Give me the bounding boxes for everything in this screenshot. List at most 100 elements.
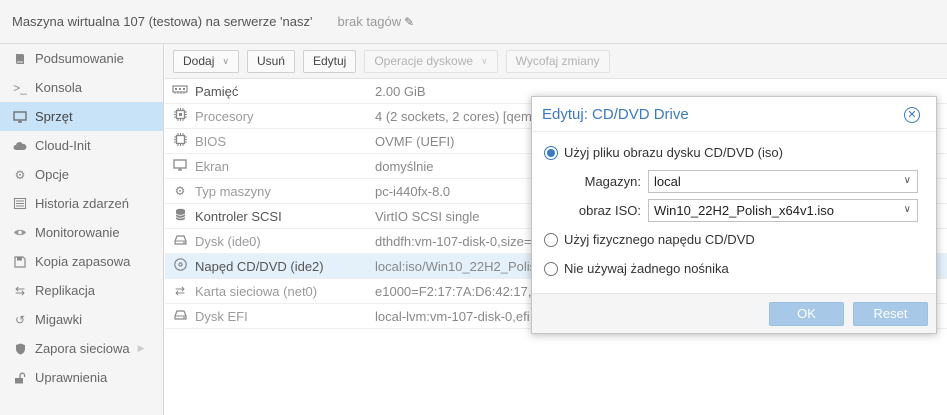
hardware-key: Napęd CD/DVD (ide2): [195, 258, 324, 274]
unlock-icon: [12, 372, 28, 384]
close-icon[interactable]: ✕: [904, 107, 920, 123]
sidebar-item-uprawnienia[interactable]: Uprawnienia: [0, 363, 163, 392]
sidebar-item-kopia-zapasowa[interactable]: Kopia zapasowa: [0, 247, 163, 276]
hardware-value: domyślnie: [375, 158, 434, 174]
edit-button-label: Edytuj: [312, 54, 347, 68]
hardware-value: 2.00 GiB: [375, 83, 426, 99]
radio-button-none[interactable]: [544, 261, 558, 276]
dialog-header: Edytuj: CD/DVD Drive: [532, 97, 936, 132]
radio-label-none: Nie używaj żadnego nośnika: [564, 261, 729, 276]
sidebar-item-migawki[interactable]: ↺ Migawki: [0, 305, 163, 334]
radio-option-physical[interactable]: Użyj fizycznego napędu CD/DVD: [544, 225, 924, 254]
sidebar-item-konsola[interactable]: >_ Konsola: [0, 73, 163, 102]
dialog-title: Edytuj: CD/DVD Drive: [542, 105, 689, 123]
sidebar: Podsumowanie >_ Konsola Sprzęt Cloud-Ini…: [0, 44, 164, 415]
eye-icon: [12, 228, 28, 237]
sidebar-item-replikacja[interactable]: ⇆ Replikacja: [0, 276, 163, 305]
sidebar-item-label: Monitorowanie: [35, 225, 120, 240]
hardware-key: Procesory: [195, 108, 254, 124]
hardware-key: Dysk EFI: [195, 308, 248, 324]
chip-icon: [165, 133, 195, 149]
iso-image-value: Win10_22H2_Polish_x64v1.iso: [654, 203, 834, 218]
sidebar-item-label: Zapora sieciowa: [35, 341, 130, 356]
gear-icon: ⚙: [14, 167, 26, 182]
hardware-value: e1000=F2:17:7A:D6:42:17,b: [375, 283, 539, 299]
iso-label: obraz ISO:: [578, 203, 641, 218]
radio-button-iso[interactable]: [544, 145, 558, 160]
sidebar-item-cloud-init[interactable]: Cloud-Init: [0, 131, 163, 160]
sidebar-item-label: Sprzęt: [35, 109, 73, 124]
hardware-value: OVMF (UEFI): [375, 133, 455, 149]
storage-field-row: Magazyn: local ∨: [544, 167, 924, 196]
radio-option-none[interactable]: Nie używaj żadnego nośnika: [544, 254, 924, 283]
sidebar-item-label: Migawki: [35, 312, 82, 327]
hardware-value: local-lvm:vm-107-disk-0,efi: [375, 308, 530, 324]
sidebar-item-label: Historia zdarzeń: [35, 196, 129, 211]
iso-image-select[interactable]: Win10_22H2_Polish_x64v1.iso ∨: [648, 199, 918, 222]
cogs-icon: ⚙: [174, 184, 186, 198]
hardware-key: Kontroler SCSI: [195, 208, 282, 224]
storage-select-value: local: [654, 174, 681, 189]
sidebar-item-label: Opcje: [35, 167, 69, 182]
sidebar-item-label: Podsumowanie: [35, 51, 124, 66]
pencil-icon[interactable]: ✎: [404, 15, 414, 29]
hardware-value: pc-i440fx-8.0: [375, 183, 451, 199]
sidebar-item-historia[interactable]: Historia zdarzeń: [0, 189, 163, 218]
disk-operations-button[interactable]: Operacje dyskowe ∨: [364, 49, 498, 73]
sidebar-item-podsumowanie[interactable]: Podsumowanie: [0, 44, 163, 73]
storage-select[interactable]: local ∨: [648, 170, 918, 193]
sidebar-item-label: Konsola: [35, 80, 82, 95]
vm-title: Maszyna wirtualna 107 (testowa) na serwe…: [12, 14, 313, 29]
disk-operations-label: Operacje dyskowe: [374, 54, 474, 68]
radio-option-iso[interactable]: Użyj pliku obrazu dysku CD/DVD (iso): [544, 138, 924, 167]
desktop-icon: [165, 158, 195, 174]
sidebar-item-monitorowanie[interactable]: Monitorowanie: [0, 218, 163, 247]
chevron-down-icon[interactable]: ∨: [904, 204, 911, 215]
tags-label[interactable]: brak tagów: [338, 14, 402, 29]
cloud-icon: [12, 141, 28, 151]
reset-button[interactable]: Reset: [853, 301, 928, 326]
sidebar-item-label: Uprawnienia: [35, 370, 108, 385]
hardware-value: VirtIO SCSI single: [375, 208, 480, 224]
hdd-icon: [165, 234, 195, 248]
hardware-value: 4 (2 sockets, 2 cores) [qemu: [375, 108, 540, 124]
radio-button-physical[interactable]: [544, 232, 558, 247]
hardware-key: Karta sieciowa (net0): [195, 283, 318, 299]
dialog-footer: OK Reset: [532, 293, 936, 333]
radio-label-iso: Użyj pliku obrazu dysku CD/DVD (iso): [564, 145, 783, 160]
hdd-icon: [165, 309, 195, 323]
floppy-icon: [12, 255, 28, 268]
edit-button[interactable]: Edytuj: [302, 49, 357, 73]
exchange-icon: ⇄: [174, 284, 186, 298]
dialog-body: Użyj pliku obrazu dysku CD/DVD (iso) Mag…: [532, 132, 936, 283]
revert-button-label: Wycofaj zmiany: [515, 54, 600, 68]
top-bar: Maszyna wirtualna 107 (testowa) na serwe…: [0, 0, 947, 44]
chevron-down-icon: ∨: [222, 55, 229, 66]
hardware-key: Pamięć: [195, 83, 239, 99]
book-icon: [12, 53, 28, 65]
ok-button[interactable]: OK: [769, 301, 844, 326]
sidebar-item-label: Cloud-Init: [35, 138, 91, 153]
shield-icon: [12, 343, 28, 355]
toolbar: Dodaj ∨ Usuń Edytuj Operacje dyskowe ∨ W…: [165, 44, 947, 79]
sidebar-item-zapora[interactable]: Zapora sieciowa ▶: [0, 334, 163, 363]
hardware-value: dthdfh:vm-107-disk-0,size=: [375, 233, 532, 249]
chevron-down-icon: ∨: [481, 55, 488, 66]
sidebar-item-opcje[interactable]: ⚙ Opcje: [0, 160, 163, 189]
database-icon: [165, 208, 195, 224]
add-button-label: Dodaj: [183, 54, 215, 68]
edit-cdrom-dialog: Edytuj: CD/DVD Drive ✕ Użyj pliku obrazu…: [531, 96, 937, 334]
cpu-icon: [165, 108, 195, 124]
cdrom-icon: [165, 258, 195, 274]
remove-button[interactable]: Usuń: [246, 49, 295, 73]
add-button[interactable]: Dodaj ∨: [173, 49, 239, 73]
remove-button-label: Usuń: [256, 54, 285, 68]
expand-arrow-icon[interactable]: ▶: [138, 343, 145, 354]
chevron-down-icon[interactable]: ∨: [904, 175, 911, 186]
revert-button[interactable]: Wycofaj zmiany: [505, 49, 610, 73]
hardware-key: BIOS: [195, 133, 227, 149]
memory-icon: [165, 84, 195, 98]
sidebar-item-sprzet[interactable]: Sprzęt: [0, 102, 163, 131]
radio-label-physical: Użyj fizycznego napędu CD/DVD: [564, 232, 755, 247]
list-icon: [12, 198, 28, 209]
